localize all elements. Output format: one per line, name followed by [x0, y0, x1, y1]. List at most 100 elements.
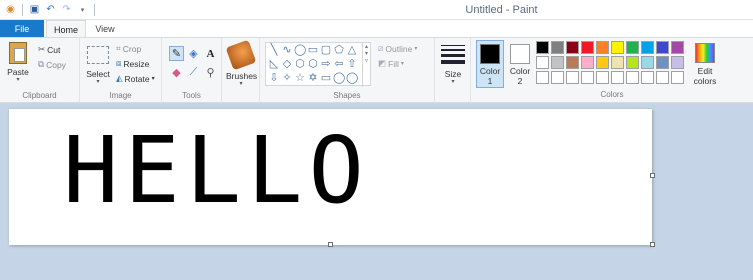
palette-swatch[interactable]	[656, 56, 669, 69]
palette-swatch[interactable]	[641, 56, 654, 69]
color-picker-icon[interactable]: ⟋	[186, 65, 201, 80]
line-size-icon	[441, 43, 465, 65]
callout-oval-shape-icon[interactable]: ◯	[333, 72, 345, 84]
diamond-shape-icon[interactable]: ◇	[281, 58, 293, 70]
copy-button[interactable]: ⧉ Copy	[38, 59, 66, 70]
fill-icon[interactable]: ◈	[186, 46, 201, 61]
size-label: Size	[444, 69, 462, 79]
curve-shape-icon[interactable]: ∿	[281, 44, 293, 56]
edit-colors-button[interactable]: Edit colors	[690, 43, 720, 86]
palette-swatch[interactable]	[566, 56, 579, 69]
tab-file[interactable]: File	[0, 20, 44, 38]
palette-swatch[interactable]	[626, 56, 639, 69]
rotate-button[interactable]: ◭ Rotate ▾	[116, 73, 155, 84]
palette-swatch[interactable]	[671, 71, 684, 84]
up-arrow-shape-icon[interactable]: ⇧	[346, 58, 358, 70]
resize-handle-right[interactable]	[650, 173, 655, 178]
chevron-down-icon: ▾	[414, 46, 418, 52]
palette-swatch[interactable]	[536, 56, 549, 69]
brushes-button[interactable]: Brushes ▾	[225, 39, 257, 87]
left-arrow-shape-icon[interactable]: ⇦	[333, 58, 345, 70]
palette-swatch[interactable]	[626, 41, 639, 54]
shapes-scrollbar[interactable]: ▴ ▾ ▿	[362, 43, 370, 87]
polygon-shape-icon[interactable]: ⬠	[333, 44, 345, 56]
resize-handle-bottom[interactable]	[328, 242, 333, 247]
palette-swatch[interactable]	[596, 41, 609, 54]
crop-label: Crop	[122, 43, 142, 54]
six-point-star-shape-icon[interactable]: ✡	[307, 72, 319, 84]
palette-swatch[interactable]	[551, 71, 564, 84]
callout-cloud-shape-icon[interactable]: ◯	[346, 72, 358, 84]
palette-swatch[interactable]	[536, 71, 549, 84]
select-button[interactable]: Select ▾	[85, 46, 111, 85]
palette-swatch[interactable]	[581, 71, 594, 84]
ribbon: Paste ▾ ✂ Cut ⧉ Copy Clipboard Select ▾ …	[0, 37, 753, 103]
palette-swatch[interactable]	[611, 41, 624, 54]
shapes-group: ╲ ∿ ◯ ▭ ▢ ⬠ △ ◺ ◇ ⬡ ⬡ ⇨ ⇦ ⇧ ⇩ ✧ ☆ ✡ ▭ ◯ …	[260, 38, 435, 103]
tab-view[interactable]: View	[88, 20, 122, 38]
down-arrow-shape-icon[interactable]: ⇩	[268, 72, 280, 84]
eraser-icon[interactable]: ◆	[169, 65, 184, 80]
palette-swatch[interactable]	[536, 41, 549, 54]
resize-handle-corner[interactable]	[650, 242, 655, 247]
rectangle-shape-icon[interactable]: ▭	[307, 44, 319, 56]
group-label-shapes: Shapes	[333, 91, 361, 100]
right-triangle-shape-icon[interactable]: ◺	[268, 58, 280, 70]
text-icon[interactable]: A	[203, 46, 218, 61]
image-group: Select ▾ ⌗ Crop ⧈ Resize ◭ Rotate ▾ Imag…	[80, 38, 162, 103]
group-label-clipboard: Clipboard	[22, 91, 57, 100]
resize-icon: ⧈	[116, 58, 122, 68]
palette-swatch[interactable]	[656, 41, 669, 54]
pencil-icon[interactable]: ✎	[169, 46, 184, 61]
color1-button[interactable]: Color 1	[476, 40, 504, 88]
clipboard-group: Paste ▾ ✂ Cut ⧉ Copy Clipboard	[0, 38, 80, 103]
palette-swatch[interactable]	[566, 41, 579, 54]
rounded-rectangle-shape-icon[interactable]: ▢	[320, 44, 332, 56]
palette-swatch[interactable]	[671, 41, 684, 54]
color2-label: Color	[509, 66, 531, 76]
five-point-star-shape-icon[interactable]: ☆	[294, 72, 306, 84]
palette-swatch[interactable]	[581, 56, 594, 69]
palette-swatch[interactable]	[611, 71, 624, 84]
palette-swatch[interactable]	[611, 56, 624, 69]
cut-label: Cut	[47, 44, 61, 55]
fill-button[interactable]: ◩ Fill ▾	[378, 58, 404, 69]
resize-button[interactable]: ⧈ Resize	[116, 58, 149, 69]
outline-button[interactable]: ⧄ Outline ▾	[378, 43, 417, 54]
triangle-shape-icon[interactable]: △	[346, 44, 358, 56]
palette-swatch[interactable]	[551, 41, 564, 54]
magnifier-icon[interactable]: ⚲	[203, 65, 218, 80]
palette-swatch[interactable]	[566, 71, 579, 84]
scissors-icon: ✂	[38, 44, 46, 54]
chevron-down-icon: ▾	[16, 77, 20, 83]
drawing-canvas[interactable]: HELLO	[9, 109, 652, 245]
crop-button[interactable]: ⌗ Crop	[116, 43, 141, 54]
brushes-group: Brushes ▾	[222, 38, 260, 103]
palette-swatch[interactable]	[581, 41, 594, 54]
palette-swatch[interactable]	[596, 71, 609, 84]
oval-shape-icon[interactable]: ◯	[294, 44, 306, 56]
copy-icon: ⧉	[38, 59, 45, 69]
callout-rectangle-shape-icon[interactable]: ▭	[320, 72, 332, 84]
group-label-colors: Colors	[600, 90, 624, 99]
edit-colors-icon	[695, 43, 715, 63]
palette-swatch[interactable]	[551, 56, 564, 69]
palette-swatch[interactable]	[641, 41, 654, 54]
chevron-down-icon: ▾	[400, 61, 404, 67]
line-shape-icon[interactable]: ╲	[268, 44, 280, 56]
palette-swatch[interactable]	[641, 71, 654, 84]
hexagon-shape-icon[interactable]: ⬡	[307, 58, 319, 70]
palette-swatch[interactable]	[671, 56, 684, 69]
palette-swatch[interactable]	[626, 71, 639, 84]
tab-home[interactable]: Home	[46, 20, 86, 38]
four-point-star-shape-icon[interactable]: ✧	[281, 72, 293, 84]
group-label-tools: Tools	[182, 91, 201, 100]
paste-button[interactable]: Paste ▾	[5, 42, 31, 83]
cut-button[interactable]: ✂ Cut	[38, 44, 60, 55]
right-arrow-shape-icon[interactable]: ⇨	[320, 58, 332, 70]
pentagon-shape-icon[interactable]: ⬡	[294, 58, 306, 70]
color2-button[interactable]: Color 2	[507, 40, 533, 88]
palette-swatch[interactable]	[656, 71, 669, 84]
size-button[interactable]: Size ▾	[440, 43, 466, 85]
palette-swatch[interactable]	[596, 56, 609, 69]
